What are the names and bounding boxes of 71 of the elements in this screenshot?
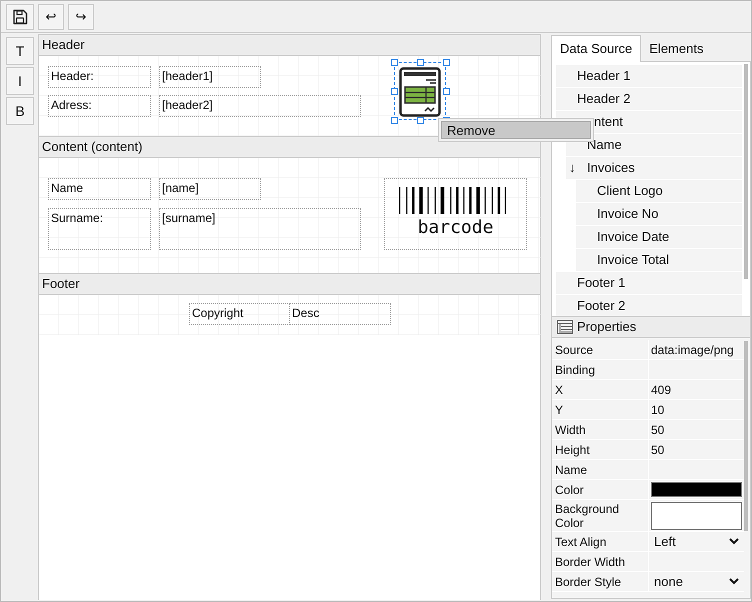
- property-label: Border Style: [552, 572, 649, 591]
- property-label: Height: [552, 440, 649, 459]
- tree-item[interactable]: Invoice Total: [576, 249, 742, 271]
- barcode-element[interactable]: barcode: [384, 178, 527, 250]
- select-field[interactable]: Left: [651, 532, 742, 550]
- tree-item[interactable]: Footer 2: [556, 295, 742, 316]
- property-label: Source: [552, 340, 649, 359]
- scrollbar[interactable]: [744, 341, 748, 531]
- resize-handle[interactable]: [417, 117, 424, 124]
- band-title: Content (content): [39, 136, 540, 158]
- band-title: Footer: [39, 273, 540, 295]
- report-field[interactable]: [surname]: [159, 208, 361, 250]
- band-title: Header: [39, 34, 540, 56]
- tab[interactable]: Elements: [641, 35, 712, 60]
- property-label: Border Width: [552, 552, 649, 571]
- property-value[interactable]: 50: [651, 420, 664, 438]
- tree-item[interactable]: Header 2: [556, 88, 742, 110]
- tree-item[interactable]: Invoice No: [576, 203, 742, 225]
- tree-item[interactable]: Header 1: [556, 65, 742, 87]
- tree-item[interactable]: Invoices: [587, 158, 635, 178]
- report-field[interactable]: Copyright: [189, 303, 290, 325]
- report-field[interactable]: Desc: [289, 303, 391, 325]
- property-value[interactable]: data:image/png: [651, 340, 734, 358]
- property-value[interactable]: 50: [651, 440, 664, 458]
- property-label: Name: [552, 460, 649, 479]
- report-field[interactable]: Surname:: [48, 208, 151, 250]
- tool-button[interactable]: T: [6, 37, 34, 65]
- report-field[interactable]: [header2]: [159, 95, 361, 117]
- toggle-arrow[interactable]: ↓: [569, 158, 587, 178]
- save-button[interactable]: [6, 4, 34, 30]
- arrow-button[interactable]: ↩: [38, 4, 64, 30]
- chevron-icon: [729, 578, 739, 585]
- save-icon: [12, 9, 28, 25]
- arrow-button[interactable]: ↪: [68, 4, 94, 30]
- property-label: Background Color: [552, 500, 649, 531]
- property-label: Binding: [552, 360, 649, 379]
- report-field[interactable]: Name: [48, 178, 151, 200]
- menu-item[interactable]: Remove: [441, 121, 591, 139]
- select-field[interactable]: none: [651, 572, 742, 590]
- barcode-label: barcode: [418, 216, 494, 240]
- list-icon: [557, 320, 573, 334]
- resize-handle[interactable]: [443, 59, 450, 66]
- tab[interactable]: Data Source: [551, 35, 642, 62]
- property-label: Color: [552, 480, 649, 499]
- resize-handle[interactable]: [417, 59, 424, 66]
- property-label: Y: [552, 400, 649, 419]
- tree-item[interactable]: Name: [566, 134, 742, 156]
- tool-button[interactable]: I: [6, 67, 34, 95]
- report-field[interactable]: Header:: [48, 66, 151, 88]
- resize-handle[interactable]: [391, 59, 398, 66]
- panel-title: Properties: [577, 318, 636, 336]
- resize-handle[interactable]: [391, 117, 398, 124]
- tree-item[interactable]: Client Logo: [576, 180, 742, 202]
- report-field[interactable]: [name]: [159, 178, 261, 200]
- tool-button[interactable]: B: [6, 97, 34, 125]
- tree-item[interactable]: Invoice Date: [576, 226, 742, 248]
- property-label: Width: [552, 420, 649, 439]
- chevron-icon: [729, 538, 739, 545]
- resize-handle[interactable]: [443, 88, 450, 95]
- scrollbar[interactable]: [744, 64, 748, 279]
- color-swatch[interactable]: [651, 502, 742, 530]
- color-swatch[interactable]: [651, 482, 742, 497]
- tree-item[interactable]: Footer 1: [556, 272, 742, 294]
- invoice-icon: [399, 67, 443, 117]
- property-value[interactable]: 10: [651, 400, 664, 418]
- resize-handle[interactable]: [391, 88, 398, 95]
- property-label: Text Align: [552, 532, 649, 551]
- report-field[interactable]: Adress:: [48, 95, 151, 117]
- property-label: X: [552, 380, 649, 399]
- report-field[interactable]: [header1]: [159, 66, 261, 88]
- property-value[interactable]: 409: [651, 380, 672, 398]
